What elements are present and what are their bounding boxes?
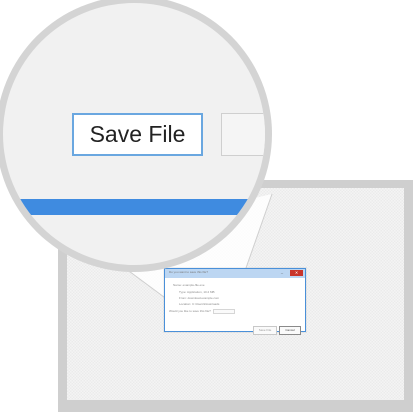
dialog-body: Name: example-file.exe Type: Application… — [165, 278, 305, 335]
accent-bar — [3, 199, 265, 215]
save-file-button[interactable]: Save File — [253, 326, 277, 335]
dialog-line: Location: C:\Users\Downloads — [179, 302, 220, 306]
save-file-dialog: Do you want to save this file? – ✕ Name:… — [164, 268, 306, 335]
dialog-line: From: download.example.com — [179, 296, 220, 300]
dialog-titlebar: Do you want to save this file? – ✕ — [165, 269, 305, 278]
close-icon[interactable]: ✕ — [290, 270, 303, 276]
save-file-button-zoomed[interactable]: Save File — [72, 113, 203, 156]
dialog-line: Type: Application, 10.2 MB — [179, 290, 215, 294]
magnifier-lens: Save File — [3, 3, 265, 265]
minimize-icon[interactable]: – — [278, 270, 286, 276]
cancel-button-zoomed[interactable] — [221, 113, 265, 156]
dialog-field — [213, 309, 235, 314]
cancel-button[interactable]: Cancel — [279, 326, 301, 335]
dialog-line: Name: example-file.exe — [173, 283, 205, 287]
dialog-prompt: Would you like to save this file? — [169, 309, 211, 313]
dialog-title: Do you want to save this file? — [169, 270, 209, 274]
